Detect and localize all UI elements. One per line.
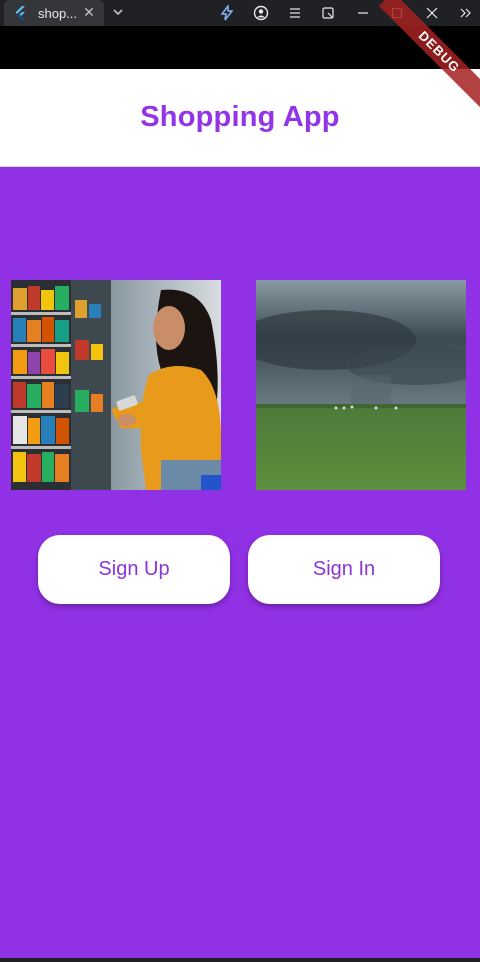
close-icon[interactable]	[422, 3, 442, 23]
landscape-photo	[256, 280, 466, 490]
menu-icon[interactable]	[285, 3, 305, 23]
sign-up-button[interactable]: Sign Up	[38, 535, 230, 604]
minimize-icon[interactable]	[353, 3, 373, 23]
page-title: Shopping App	[140, 101, 340, 133]
shopper-photo	[11, 280, 221, 490]
extension-icon[interactable]	[318, 3, 338, 23]
window-bottom-edge	[0, 958, 480, 962]
lightning-icon[interactable]	[217, 3, 237, 23]
close-tab-icon[interactable]: ✕	[82, 5, 96, 19]
sign-in-button[interactable]: Sign In	[248, 535, 440, 604]
app-bar: Shopping App	[0, 69, 480, 167]
tab-title: shop...	[38, 5, 78, 21]
profile-icon[interactable]	[251, 3, 271, 23]
flutter-icon	[14, 6, 28, 20]
browser-tab[interactable]: shop... ✕	[4, 0, 104, 26]
main-content: Sign Up Sign In	[0, 167, 480, 962]
overflow-icon[interactable]	[456, 3, 476, 23]
chevron-down-icon[interactable]	[110, 4, 126, 20]
